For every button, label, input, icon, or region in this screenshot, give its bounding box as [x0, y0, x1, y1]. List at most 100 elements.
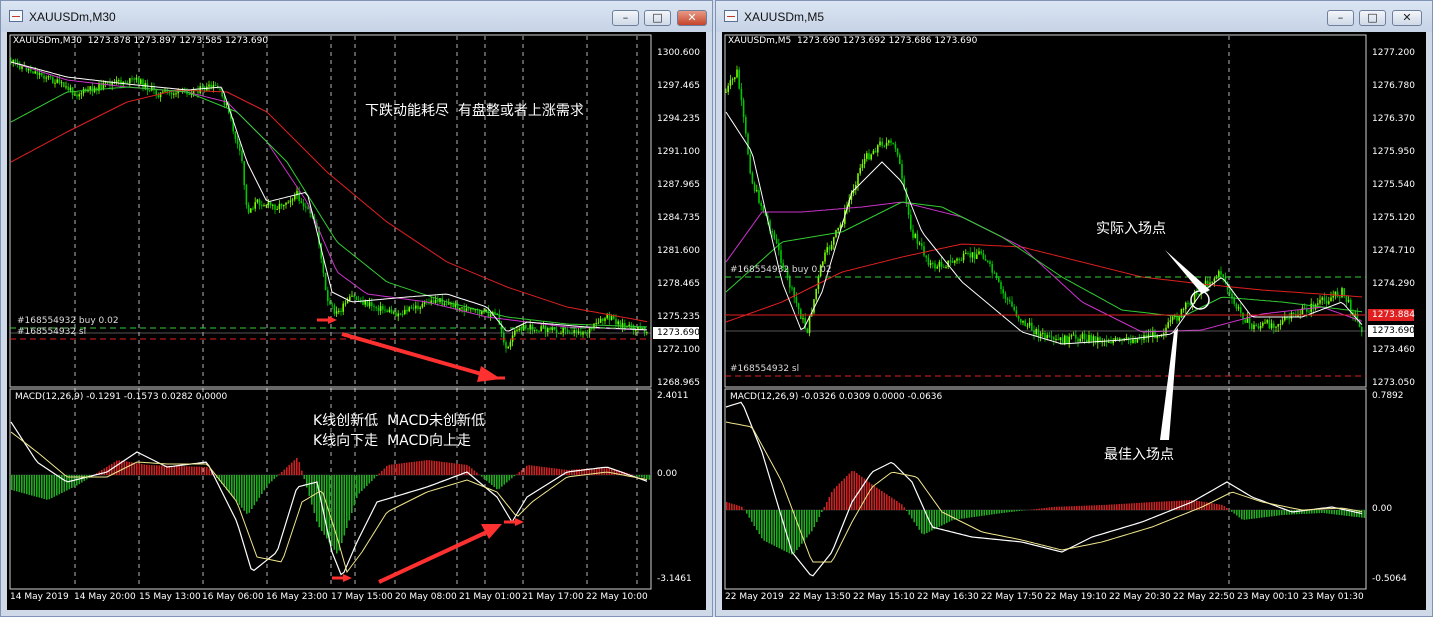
macd-histogram-bar — [133, 462, 136, 476]
chart-area[interactable]: XAUUSDm,M30 1273.878 1273.897 1273.585 1… — [7, 32, 706, 610]
macd-histogram-bar — [996, 510, 998, 514]
candle-body — [357, 299, 360, 301]
candle-body — [520, 328, 523, 331]
macd-histogram-bar — [418, 461, 421, 475]
candle-body — [1308, 311, 1310, 313]
candle-body — [795, 297, 798, 304]
order-buy-label[interactable]: #168554932 buy 0.02 — [730, 265, 832, 275]
macd-histogram-bar — [18, 475, 21, 493]
candle-body — [984, 258, 987, 261]
m5-chart-canvas[interactable] — [722, 32, 1428, 612]
macd-histogram-bar — [818, 510, 821, 517]
macd-histogram-bar — [141, 464, 143, 475]
title-bar[interactable]: XAUUSDm,M30 – □ ✕ — [1, 1, 712, 32]
macd-histogram-bar — [201, 466, 203, 475]
candle-body — [976, 254, 978, 259]
close-button[interactable]: ✕ — [677, 10, 707, 26]
order-sl-label[interactable]: #168554932 sl — [17, 327, 86, 337]
candle-body — [1240, 307, 1242, 313]
macd-histogram-bar — [1311, 510, 1313, 514]
macd-histogram-bar — [1088, 505, 1091, 510]
candle-body — [80, 93, 83, 95]
candle-body — [159, 92, 162, 98]
macd-histogram-bar — [148, 465, 151, 475]
macd-histogram-bar — [51, 475, 53, 498]
macd-histogram-bar — [1073, 506, 1076, 510]
candle-body — [1222, 274, 1224, 278]
candle-body — [756, 190, 758, 192]
macd-histogram-bar — [1096, 505, 1098, 510]
candle-body — [802, 318, 804, 320]
candle-body — [298, 190, 300, 201]
macd-histogram-bar — [1136, 503, 1138, 510]
macd-histogram-bar — [396, 463, 398, 475]
candle-body — [771, 231, 773, 233]
macd-histogram-bar — [1101, 505, 1103, 510]
macd-histogram-bar — [1338, 510, 1341, 515]
candle-body — [49, 76, 52, 78]
macd-histogram-bar — [391, 464, 393, 475]
candle-body — [958, 258, 960, 261]
candle-body — [971, 252, 974, 258]
candle-body — [1039, 333, 1042, 337]
candle-body — [1050, 336, 1053, 338]
macd-histogram-bar — [801, 510, 803, 544]
macd-histogram-bar — [748, 510, 751, 518]
macd-histogram-bar — [241, 475, 243, 508]
order-sl-label[interactable]: #168554932 sl — [730, 364, 799, 374]
candle-body — [729, 80, 732, 86]
macd-histogram-bar — [1163, 501, 1166, 510]
candle-body — [14, 60, 17, 62]
macd-histogram-bar — [738, 505, 741, 510]
maximize-button[interactable]: □ — [1359, 10, 1386, 26]
macd-histogram-bar — [931, 510, 933, 531]
candle-body — [1303, 307, 1306, 309]
macd-histogram-bar — [843, 478, 846, 510]
candle-body — [173, 93, 175, 95]
macd-histogram-bar — [571, 469, 573, 475]
minimize-button[interactable]: – — [612, 10, 639, 26]
candle-body — [1237, 307, 1240, 309]
candle-body — [940, 261, 943, 267]
macd-histogram-bar — [731, 503, 733, 510]
candle-body — [973, 252, 976, 259]
candle-body — [833, 237, 835, 245]
candle-body — [89, 86, 91, 90]
macd-histogram-bar — [1121, 503, 1123, 510]
macd-histogram-bar — [1256, 510, 1258, 519]
candle-body — [1134, 339, 1136, 343]
macd-histogram-bar — [598, 467, 601, 475]
macd-histogram-bar — [976, 510, 978, 517]
macd-histogram-bar — [1343, 510, 1346, 516]
candle-body — [883, 145, 886, 147]
close-button[interactable]: ✕ — [1392, 10, 1422, 26]
candle-body — [467, 308, 470, 310]
macd-histogram-bar — [363, 475, 366, 489]
time-label: 22 May 13:50 — [789, 592, 851, 602]
candle-body — [133, 78, 135, 80]
minimize-button[interactable]: – — [1327, 10, 1354, 26]
chart-window-m30[interactable]: XAUUSDm,M30 – □ ✕ XAUUSDm,M30 1273.878 1… — [0, 0, 713, 617]
macd-histogram-bar — [41, 475, 43, 499]
maximize-icon: □ — [652, 11, 663, 24]
candle-body — [252, 208, 254, 210]
macd-histogram-bar — [353, 475, 356, 506]
order-buy-label[interactable]: #168554932 buy 0.02 — [17, 316, 119, 326]
candle-body — [914, 233, 916, 238]
chart-area[interactable]: XAUUSDm,M5 1273.690 1273.692 1273.686 12… — [722, 32, 1426, 610]
chart-window-m5[interactable]: XAUUSDm,M5 – □ ✕ XAUUSDm,M5 1273.690 127… — [715, 0, 1433, 617]
candle-body — [1347, 299, 1350, 302]
candle-body — [991, 264, 993, 273]
macd-histogram-bar — [783, 510, 786, 551]
maximize-button[interactable]: □ — [644, 10, 671, 26]
title-bar[interactable]: XAUUSDm,M5 – □ ✕ — [716, 1, 1432, 32]
candle-body — [949, 260, 952, 262]
macd-histogram-bar — [1258, 510, 1261, 518]
macd-histogram-bar — [28, 475, 31, 495]
candle-body — [879, 141, 881, 146]
candle-body — [340, 310, 342, 312]
candle-body — [536, 329, 538, 332]
candle-body — [274, 204, 276, 210]
candle-body — [1072, 334, 1075, 336]
macd-histogram-bar — [1188, 500, 1191, 510]
